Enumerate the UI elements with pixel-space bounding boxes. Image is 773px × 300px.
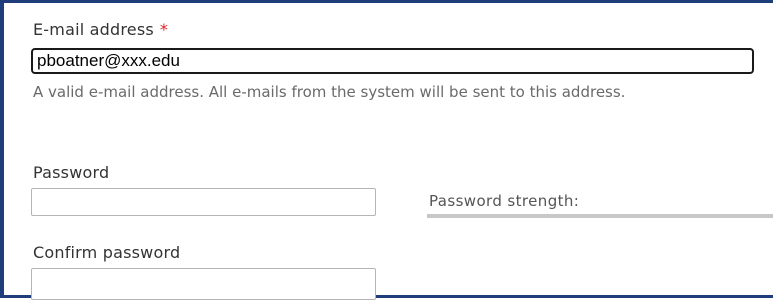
password-strength-label: Password strength: (429, 192, 580, 210)
email-label: E-mail address * (33, 20, 168, 39)
email-description: A valid e-mail address. All e-mails from… (33, 83, 626, 101)
account-form-panel: E-mail address * A valid e-mail address. … (0, 0, 773, 300)
password-strength-bar (427, 214, 773, 218)
email-label-text: E-mail address (33, 20, 154, 39)
required-marker: * (159, 20, 169, 39)
password-field[interactable] (31, 188, 376, 216)
password-label: Password (33, 163, 110, 182)
email-field[interactable] (31, 48, 754, 74)
confirm-password-field[interactable] (31, 268, 376, 300)
confirm-password-label: Confirm password (33, 243, 181, 262)
